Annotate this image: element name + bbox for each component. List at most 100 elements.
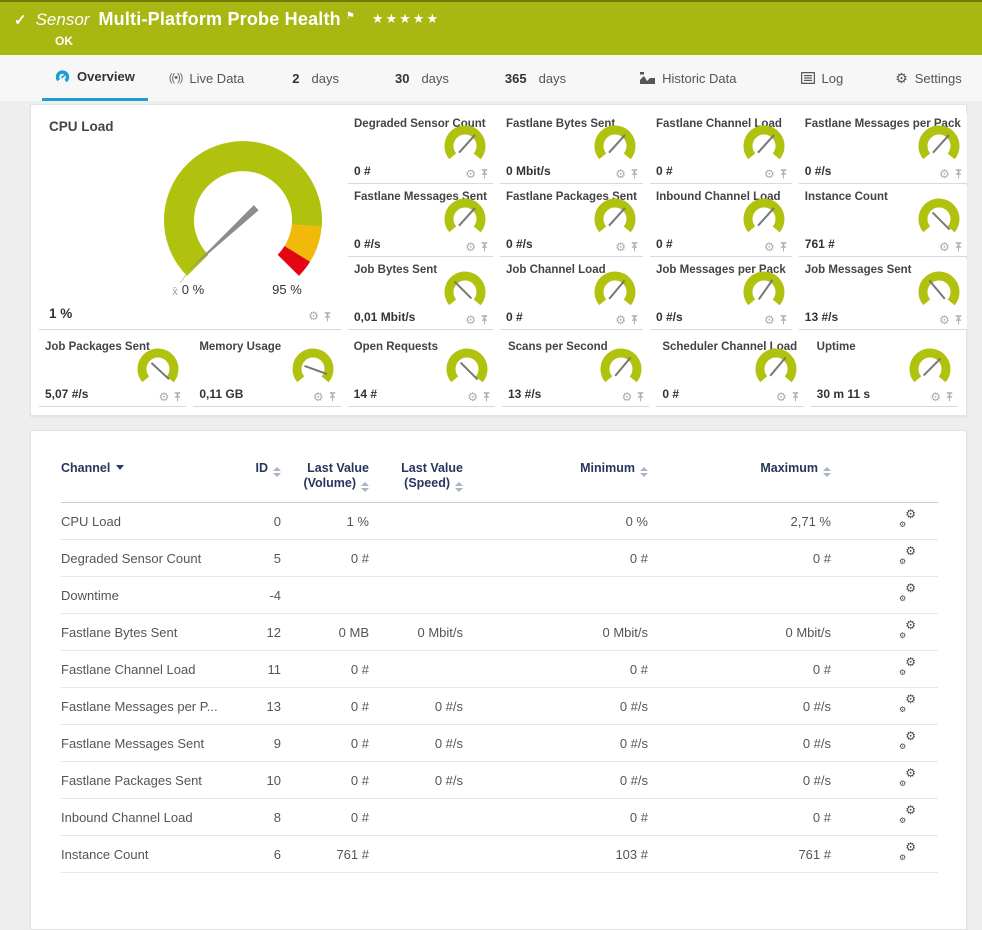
gauge-tile[interactable]: Scheduler Channel Load 0 # ⚙	[656, 336, 803, 407]
channel-settings-icon[interactable]: ⚙⚙	[899, 512, 916, 527]
gear-icon[interactable]: ⚙	[776, 392, 787, 403]
channel-settings-icon[interactable]: ⚙⚙	[899, 734, 916, 749]
pin-icon[interactable]	[629, 241, 640, 253]
gear-icon[interactable]: ⚙	[939, 315, 950, 326]
channel-settings-icon[interactable]: ⚙⚙	[899, 660, 916, 675]
pin-icon[interactable]	[635, 391, 646, 403]
gauge-tile[interactable]: Memory Usage 0,11 GB ⚙	[193, 336, 340, 407]
gauge-tile[interactable]: Fastlane Messages Sent 0 #/s ⚙	[348, 186, 493, 257]
table-row[interactable]: Fastlane Bytes Sent 12 0 MB 0 Mbit/s 0 M…	[61, 614, 938, 651]
channel-table: Channel ID Last Value (Volume) Last Valu…	[61, 447, 938, 873]
channel-settings-icon[interactable]: ⚙⚙	[899, 697, 916, 712]
tab-settings[interactable]: ⚙ Settings	[882, 55, 975, 101]
cpu-load-gauge-tile[interactable]: CPU Load x̄ 0 % 95 % 1 % ⚙	[39, 113, 341, 330]
pin-icon[interactable]	[953, 168, 964, 180]
channel-settings-icon[interactable]: ⚙⚙	[899, 808, 916, 823]
pin-icon[interactable]	[778, 314, 789, 326]
gear-icon[interactable]: ⚙	[939, 169, 950, 180]
pin-icon[interactable]	[953, 241, 964, 253]
gauge-tile[interactable]: Job Messages per Pack 0 #/s ⚙	[650, 259, 792, 330]
table-row[interactable]: CPU Load 0 1 % 0 % 2,71 % ⚙⚙	[61, 503, 938, 540]
column-header-channel[interactable]: Channel	[61, 447, 221, 503]
column-header-last-value-volume[interactable]: Last Value (Volume)	[281, 447, 369, 503]
pin-icon[interactable]	[629, 168, 640, 180]
gauge-tile[interactable]: Job Packages Sent 5,07 #/s ⚙	[39, 336, 186, 407]
gear-icon[interactable]: ⚙	[308, 311, 319, 323]
gauge-tile[interactable]: Fastlane Packages Sent 0 #/s ⚙	[500, 186, 643, 257]
cell-maximum: 0 Mbit/s	[648, 614, 831, 651]
table-row[interactable]: Degraded Sensor Count 5 0 # 0 # 0 # ⚙⚙	[61, 540, 938, 577]
pin-icon[interactable]	[479, 168, 490, 180]
pin-icon[interactable]	[790, 391, 801, 403]
pin-icon[interactable]	[479, 241, 490, 253]
table-row[interactable]: Fastlane Packages Sent 10 0 # 0 #/s 0 #/…	[61, 762, 938, 799]
flag-icon[interactable]: ⚑	[346, 7, 355, 27]
gear-icon[interactable]: ⚙	[465, 242, 476, 253]
gauge-tile[interactable]: Uptime 30 m 11 s ⚙	[811, 336, 958, 407]
gauge-tile[interactable]: Instance Count 761 # ⚙	[799, 186, 967, 257]
gauge-tile[interactable]: Fastlane Messages per Pack 0 #/s ⚙	[799, 113, 967, 184]
gear-icon[interactable]: ⚙	[615, 169, 626, 180]
tab-historic-data[interactable]: Historic Data	[627, 55, 749, 101]
gear-icon[interactable]: ⚙	[622, 392, 633, 403]
cell-channel: Fastlane Channel Load	[61, 651, 221, 688]
gear-icon[interactable]: ⚙	[930, 392, 941, 403]
table-row[interactable]: Instance Count 6 761 # 103 # 761 # ⚙⚙	[61, 836, 938, 873]
gear-icon[interactable]: ⚙	[465, 315, 476, 326]
pin-icon[interactable]	[944, 391, 955, 403]
cell-last-value-speed: 0 #/s	[369, 762, 463, 799]
table-row[interactable]: Inbound Channel Load 8 0 # 0 # 0 # ⚙⚙	[61, 799, 938, 836]
pin-icon[interactable]	[479, 314, 490, 326]
pin-icon[interactable]	[481, 391, 492, 403]
channel-settings-icon[interactable]: ⚙⚙	[899, 549, 916, 564]
gauge-tile[interactable]: Job Messages Sent 13 #/s ⚙	[799, 259, 967, 330]
gauge-tile[interactable]: Open Requests 14 # ⚙	[348, 336, 495, 407]
pin-icon[interactable]	[629, 314, 640, 326]
gear-icon[interactable]: ⚙	[467, 392, 478, 403]
gear-icon[interactable]: ⚙	[159, 392, 170, 403]
cell-last-value-speed	[369, 651, 463, 688]
tab-2-days[interactable]: 2 days	[279, 55, 352, 101]
gear-icon[interactable]: ⚙	[764, 315, 775, 326]
gear-icon[interactable]: ⚙	[615, 242, 626, 253]
tab-365-days[interactable]: 365 days	[492, 55, 579, 101]
gauge-tile[interactable]: Job Bytes Sent 0,01 Mbit/s ⚙	[348, 259, 493, 330]
table-row[interactable]: Fastlane Messages Sent 9 0 # 0 #/s 0 #/s…	[61, 725, 938, 762]
gear-icon[interactable]: ⚙	[313, 392, 324, 403]
column-header-id[interactable]: ID	[221, 447, 281, 503]
pin-icon[interactable]	[778, 168, 789, 180]
priority-stars[interactable]: ★★★★★	[372, 9, 440, 29]
gear-icon[interactable]: ⚙	[465, 169, 476, 180]
gear-icon[interactable]: ⚙	[764, 169, 775, 180]
pin-icon[interactable]	[327, 391, 338, 403]
column-header-minimum[interactable]: Minimum	[463, 447, 648, 503]
channel-settings-icon[interactable]: ⚙⚙	[899, 845, 916, 860]
column-header-last-value-speed[interactable]: Last Value (Speed)	[369, 447, 463, 503]
table-row[interactable]: Fastlane Messages per P... 13 0 # 0 #/s …	[61, 688, 938, 725]
gauge-tile[interactable]: Fastlane Bytes Sent 0 Mbit/s ⚙	[500, 113, 643, 184]
tab-log[interactable]: Log	[788, 55, 857, 101]
gauge-tile[interactable]: Fastlane Channel Load 0 # ⚙	[650, 113, 792, 184]
gear-icon[interactable]: ⚙	[764, 242, 775, 253]
tab-30-days[interactable]: 30 days	[382, 55, 462, 101]
cell-id: 8	[221, 799, 281, 836]
tab-live-data[interactable]: ((•)) Live Data	[156, 55, 257, 101]
tab-overview[interactable]: Overview	[42, 55, 148, 101]
channel-settings-icon[interactable]: ⚙⚙	[899, 771, 916, 786]
channel-settings-icon[interactable]: ⚙⚙	[899, 623, 916, 638]
gauge-tile[interactable]: Degraded Sensor Count 0 # ⚙	[348, 113, 493, 184]
pin-icon[interactable]	[172, 391, 183, 403]
table-row[interactable]: Fastlane Channel Load 11 0 # 0 # 0 # ⚙⚙	[61, 651, 938, 688]
gauge-tile[interactable]: Inbound Channel Load 0 # ⚙	[650, 186, 792, 257]
table-row[interactable]: Downtime -4 ⚙⚙	[61, 577, 938, 614]
gauge-tile[interactable]: Job Channel Load 0 # ⚙	[500, 259, 643, 330]
tab-label: Log	[822, 71, 844, 86]
gear-icon[interactable]: ⚙	[615, 315, 626, 326]
pin-icon[interactable]	[953, 314, 964, 326]
column-header-maximum[interactable]: Maximum	[648, 447, 831, 503]
pin-icon[interactable]	[778, 241, 789, 253]
pin-icon[interactable]	[322, 311, 333, 323]
channel-settings-icon[interactable]: ⚙⚙	[899, 586, 916, 601]
gauge-tile[interactable]: Scans per Second 13 #/s ⚙	[502, 336, 649, 407]
gear-icon[interactable]: ⚙	[939, 242, 950, 253]
